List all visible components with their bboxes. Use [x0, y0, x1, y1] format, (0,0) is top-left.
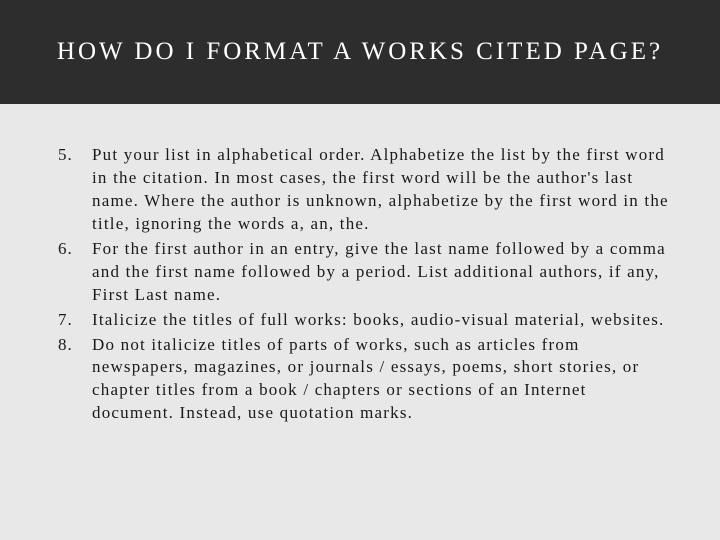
content-area: Put your list in alphabetical order. Alp… [0, 104, 720, 457]
list-item: For the first author in an entry, give t… [50, 238, 670, 307]
list-item: Do not italicize titles of parts of work… [50, 334, 670, 426]
list-item-text: Do not italicize titles of parts of work… [92, 335, 639, 423]
list-item-text: For the first author in an entry, give t… [92, 239, 666, 304]
list-item-text: Put your list in alphabetical order. Alp… [92, 145, 669, 233]
header-bar: HOW DO I FORMAT A WORKS CITED PAGE? [0, 0, 720, 104]
list-item-text: Italicize the titles of full works: book… [92, 310, 665, 329]
page-title: HOW DO I FORMAT A WORKS CITED PAGE? [30, 38, 690, 66]
numbered-list: Put your list in alphabetical order. Alp… [50, 144, 670, 425]
list-item: Italicize the titles of full works: book… [50, 309, 670, 332]
list-item: Put your list in alphabetical order. Alp… [50, 144, 670, 236]
